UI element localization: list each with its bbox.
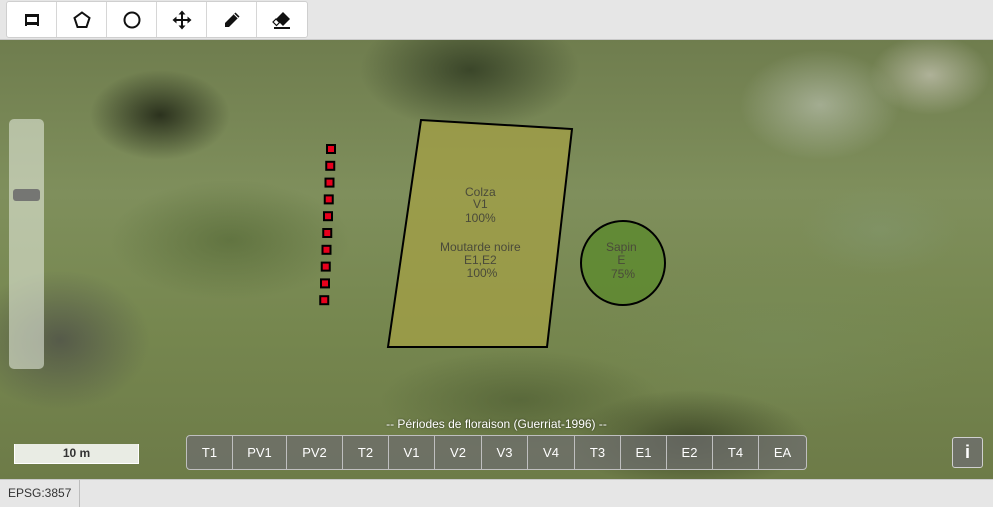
point-marker[interactable] [322, 228, 333, 238]
point-marker[interactable] [325, 160, 336, 171]
map-canvas[interactable]: Colza V1 100% Moutarde noire E1,E2 100% … [0, 40, 993, 479]
point-marker[interactable] [323, 194, 334, 205]
period-button-ea[interactable]: EA [759, 436, 806, 469]
edit-pencil-icon [224, 12, 239, 27]
period-button-t1[interactable]: T1 [187, 436, 233, 469]
point-marker[interactable] [320, 278, 330, 289]
move-tool[interactable] [157, 2, 207, 37]
edit-tool[interactable] [207, 2, 257, 37]
draw-rectangle-icon [24, 13, 39, 26]
point-marker[interactable] [324, 177, 335, 188]
polygon-label-line: E1,E2 [464, 253, 497, 267]
period-button-t4[interactable]: T4 [713, 436, 759, 469]
draw-polygon-tool[interactable] [57, 2, 107, 37]
point-marker[interactable] [326, 144, 336, 154]
period-button-t3[interactable]: T3 [575, 436, 621, 469]
polygon-label-line: V1 [473, 197, 488, 211]
period-button-pv2[interactable]: PV2 [287, 436, 343, 469]
periods-title: -- Périodes de floraison (Guerriat-1996)… [386, 417, 607, 431]
scale-bar: 10 m [14, 444, 139, 464]
zoom-slider-thumb[interactable] [13, 189, 40, 201]
point-markers [319, 144, 336, 306]
move-icon [172, 10, 191, 29]
period-button-pv1[interactable]: PV1 [233, 436, 287, 469]
polygon-label-line: 100% [465, 211, 496, 225]
point-marker[interactable] [320, 261, 331, 272]
point-marker[interactable] [321, 244, 332, 255]
polygon-label-line: Moutarde noire [440, 240, 521, 254]
period-button-v3[interactable]: V3 [482, 436, 528, 469]
draw-polygon-icon [72, 10, 91, 28]
crop-polygon[interactable] [386, 118, 574, 348]
eraser-icon [272, 11, 290, 29]
period-button-v1[interactable]: V1 [389, 436, 435, 469]
draw-rectangle-tool[interactable] [7, 2, 57, 37]
period-button-e2[interactable]: E2 [667, 436, 713, 469]
period-button-v4[interactable]: V4 [528, 436, 575, 469]
top-toolbar [0, 0, 993, 40]
period-button-e1[interactable]: E1 [621, 436, 667, 469]
status-bar: EPSG:3857 [0, 479, 993, 507]
circle-label-line: 75% [611, 267, 635, 281]
draw-circle-icon [123, 11, 140, 28]
drawing-tools [6, 1, 308, 38]
polygon-label-line: 100% [467, 266, 498, 280]
erase-tool[interactable] [257, 2, 307, 37]
zoom-slider[interactable] [9, 119, 44, 369]
circle-label-line: E [617, 253, 625, 267]
circle-label-line: Sapin [606, 240, 637, 254]
period-button-v2[interactable]: V2 [435, 436, 482, 469]
info-button[interactable]: i [952, 437, 983, 468]
periods-buttons: T1 PV1 PV2 T2 V1 V2 V3 V4 T3 E1 E2 T4 EA [186, 435, 807, 470]
point-marker[interactable] [319, 295, 330, 306]
projection-label: EPSG:3857 [0, 480, 81, 507]
period-button-t2[interactable]: T2 [343, 436, 389, 469]
point-marker[interactable] [323, 211, 333, 222]
draw-circle-tool[interactable] [107, 2, 157, 37]
map-overlay: Colza V1 100% Moutarde noire E1,E2 100% … [319, 118, 666, 348]
